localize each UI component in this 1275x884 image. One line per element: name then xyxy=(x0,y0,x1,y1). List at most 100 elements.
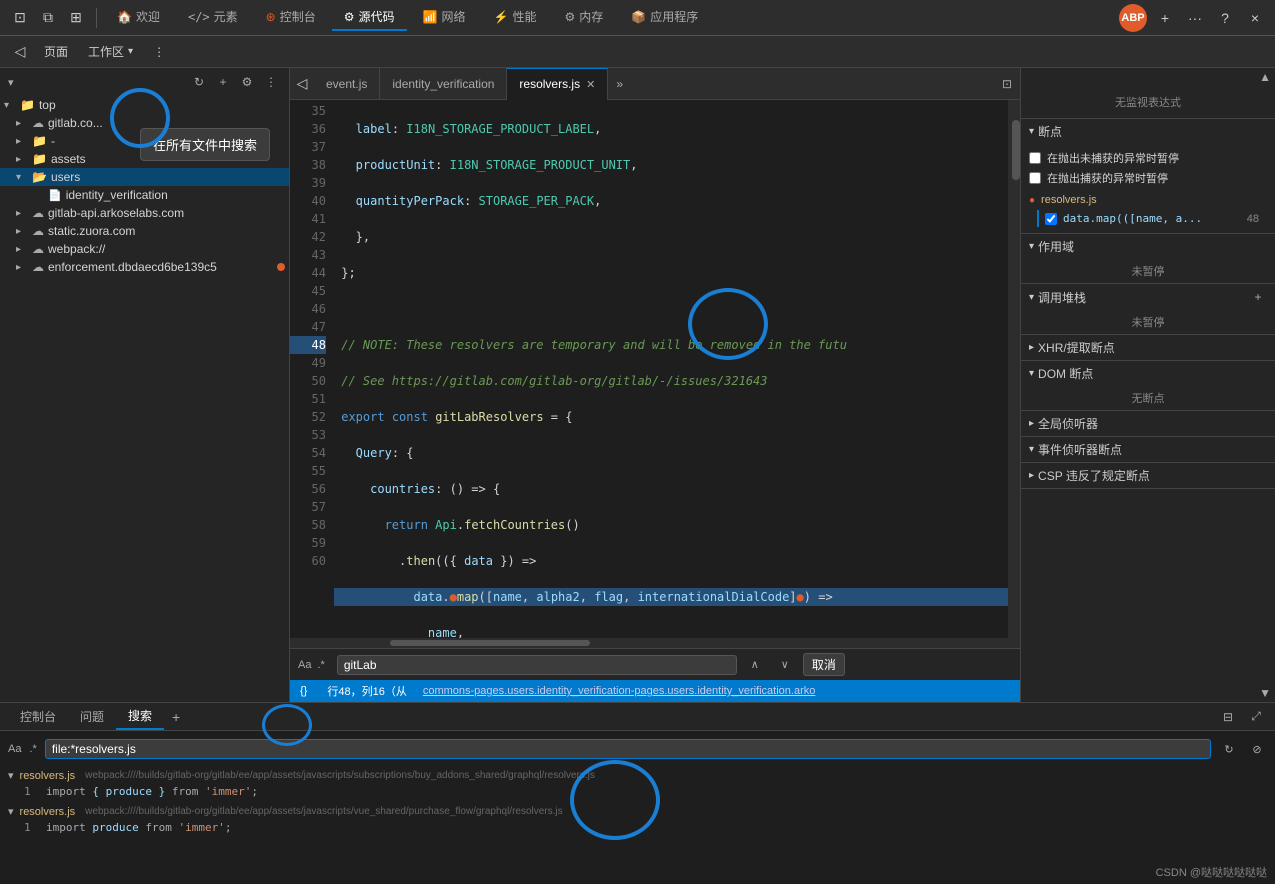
breakpoints-header[interactable]: ▾ 断点 xyxy=(1021,119,1275,144)
find-input[interactable] xyxy=(344,658,730,672)
vertical-scrollbar[interactable] xyxy=(1008,100,1020,638)
page-btn[interactable]: 页面 xyxy=(36,41,76,62)
more-tabs-icon[interactable]: » xyxy=(608,77,631,91)
bp-filename: resolvers.js xyxy=(1041,194,1097,206)
sidebar: ▾ ↻ + ⚙ ⋮ 在所有文件中搜索 ▾ 📁 top xyxy=(0,68,290,702)
add-watch-icon[interactable]: + xyxy=(1249,288,1267,306)
event-header[interactable]: ▾ 事件侦听器断点 xyxy=(1021,437,1275,462)
bp-uncaught-checkbox[interactable] xyxy=(1029,152,1041,164)
settings-icon[interactable]: ⚙ xyxy=(237,72,257,92)
tab-memory[interactable]: ⚙ 内存 xyxy=(552,4,615,31)
chevron-right-global: ▸ xyxy=(1029,418,1034,429)
dom-header[interactable]: ▾ DOM 断点 xyxy=(1021,361,1275,386)
chevron-right-icon-1: ▸ xyxy=(16,136,28,147)
horizontal-scrollbar[interactable] xyxy=(290,638,1020,648)
tab-sources[interactable]: ⚙ 源代码 xyxy=(332,4,407,31)
bp-line-num: 48 xyxy=(1247,213,1259,225)
global-header[interactable]: ▸ 全局侦听器 xyxy=(1021,411,1275,436)
result-linenum-2-1: 1 xyxy=(24,821,40,834)
search-regex-icon[interactable]: .* xyxy=(29,743,36,755)
help-icon[interactable]: ? xyxy=(1213,6,1237,30)
tree-item-enforcement[interactable]: ▸ ☁ enforcement.dbdaecd6be139c5 xyxy=(0,258,289,276)
rp-right-icons: + xyxy=(1249,288,1267,306)
new-tab-icon[interactable]: ⊡ xyxy=(8,6,32,30)
rp-scroll-up[interactable]: ▲ xyxy=(1021,68,1275,86)
match-case-btn[interactable]: Aa xyxy=(298,659,311,671)
tree-item-zuora[interactable]: ▸ ☁ static.zuora.com xyxy=(0,222,289,240)
find-prev-btn[interactable]: ∧ xyxy=(743,653,767,677)
tab-application[interactable]: 📦 应用程序 xyxy=(619,4,710,31)
scope-header[interactable]: ▾ 作用域 xyxy=(1021,234,1275,259)
find-cancel-btn[interactable]: 取消 xyxy=(803,653,845,676)
cloud-icon-0: ☁ xyxy=(32,116,44,130)
no-watch-label: 无监视表达式 xyxy=(1115,97,1181,109)
find-bar: Aa .* ∧ ∨ 取消 xyxy=(290,648,1020,680)
result-title-1[interactable]: ▾ resolvers.js webpack:////builds/gitlab… xyxy=(8,767,1267,784)
scope-section: ▾ 作用域 未暂停 xyxy=(1021,234,1275,284)
workspace-btn[interactable]: 工作区 ▾ xyxy=(80,41,141,62)
search-result-1: ▾ resolvers.js webpack:////builds/gitlab… xyxy=(8,767,1267,799)
close-tab-icon[interactable]: ✕ xyxy=(586,78,595,91)
tab-issues-bottom[interactable]: 问题 xyxy=(68,704,116,729)
memory-icon: ⚙ xyxy=(564,10,575,24)
status-path-link[interactable]: commons-pages.users.identity_verificatio… xyxy=(423,685,816,697)
file-tab-identity[interactable]: identity_verification xyxy=(380,68,507,100)
add-icon[interactable]: + xyxy=(1153,6,1177,30)
tab-console-bottom[interactable]: 控制台 xyxy=(8,704,68,729)
search-input[interactable] xyxy=(52,742,1204,756)
bottom-icon-1[interactable]: ⊟ xyxy=(1217,706,1239,728)
search-clear-icon[interactable]: ⊘ xyxy=(1247,739,1267,759)
tree-item-webpack[interactable]: ▸ ☁ webpack:// xyxy=(0,240,289,258)
chevron-right-icon: ▸ xyxy=(16,118,28,129)
tab-performance[interactable]: ⚡ 性能 xyxy=(482,4,549,31)
more-actions-icon[interactable]: ⋮ xyxy=(261,72,281,92)
tab-network[interactable]: 📶 网络 xyxy=(411,4,478,31)
more-icon[interactable]: ··· xyxy=(1183,6,1207,30)
dom-section: ▾ DOM 断点 无断点 xyxy=(1021,361,1275,411)
close-icon[interactable]: × xyxy=(1243,6,1267,30)
tree-item-identity-verification[interactable]: 📄 identity_verification xyxy=(0,186,289,204)
file-tab-resolvers[interactable]: resolvers.js ✕ xyxy=(507,68,608,100)
result-linenum-1-1: 1 xyxy=(24,785,40,798)
callstack-label: 调用堆栈 xyxy=(1038,289,1086,306)
xhr-header[interactable]: ▸ XHR/提取断点 xyxy=(1021,335,1275,360)
tab-console[interactable]: ⊛ 控制台 xyxy=(254,4,328,31)
regex-btn[interactable]: .* xyxy=(317,659,324,671)
search-top-row: Aa .* ↻ ⊘ xyxy=(8,735,1267,763)
chevron-down-result-1: ▾ xyxy=(8,769,14,782)
csp-header[interactable]: ▸ CSP 违反了规定断点 xyxy=(1021,463,1275,488)
tree-item-users[interactable]: ▾ 📂 users xyxy=(0,168,289,186)
tree-item-arkoselabs[interactable]: ▸ ☁ gitlab-api.arkoselabs.com xyxy=(0,204,289,222)
file-tabs: ◁ event.js identity_verification resolve… xyxy=(290,68,1020,100)
tree-item-top[interactable]: ▾ 📁 top xyxy=(0,96,289,114)
tab-welcome[interactable]: 🏠 欢迎 xyxy=(105,4,172,31)
pin-tab-icon[interactable]: ⊡ xyxy=(994,77,1020,91)
menu-icon[interactable]: ⋮ xyxy=(145,43,173,61)
folder-icon-assets: 📁 xyxy=(32,152,47,166)
bp-code-checkbox[interactable] xyxy=(1045,213,1057,225)
sources-icon: ⚙ xyxy=(344,10,355,24)
bp-uncaught-label: 在抛出未捕获的异常时暂停 xyxy=(1047,150,1179,166)
add-folder-icon[interactable]: + xyxy=(213,72,233,92)
file-tab-event[interactable]: event.js xyxy=(314,68,380,100)
bp-caught-checkbox[interactable] xyxy=(1029,172,1041,184)
performance-icon: ⚡ xyxy=(494,10,509,24)
search-match-case-icon[interactable]: Aa xyxy=(8,743,21,755)
cloud-icon-2: ☁ xyxy=(32,224,44,238)
back-icon[interactable]: ◁ xyxy=(8,40,32,64)
file-tabs-back[interactable]: ◁ xyxy=(290,72,314,96)
rp-scroll-down[interactable]: ▼ xyxy=(1021,684,1275,702)
chevron-right-xhr: ▸ xyxy=(1029,342,1034,353)
add-panel-btn[interactable]: + xyxy=(164,705,188,729)
sync-icon[interactable]: ↻ xyxy=(189,72,209,92)
workspace-dropdown-arrow: ▾ xyxy=(128,46,133,57)
tab-elements[interactable]: </> 元素 xyxy=(176,4,250,31)
callstack-header[interactable]: ▾ 调用堆栈 + xyxy=(1021,284,1275,310)
tab-search-bottom[interactable]: 搜索 xyxy=(116,703,164,730)
duplicate-icon[interactable]: ⧉ xyxy=(36,6,60,30)
search-refresh-icon[interactable]: ↻ xyxy=(1219,739,1239,759)
sidebar-toggle-icon[interactable]: ⊞ xyxy=(64,6,88,30)
find-next-btn[interactable]: ∨ xyxy=(773,653,797,677)
bottom-icon-2[interactable]: ⤢ xyxy=(1245,706,1267,728)
result-title-2[interactable]: ▾ resolvers.js webpack:////builds/gitlab… xyxy=(8,803,1267,820)
